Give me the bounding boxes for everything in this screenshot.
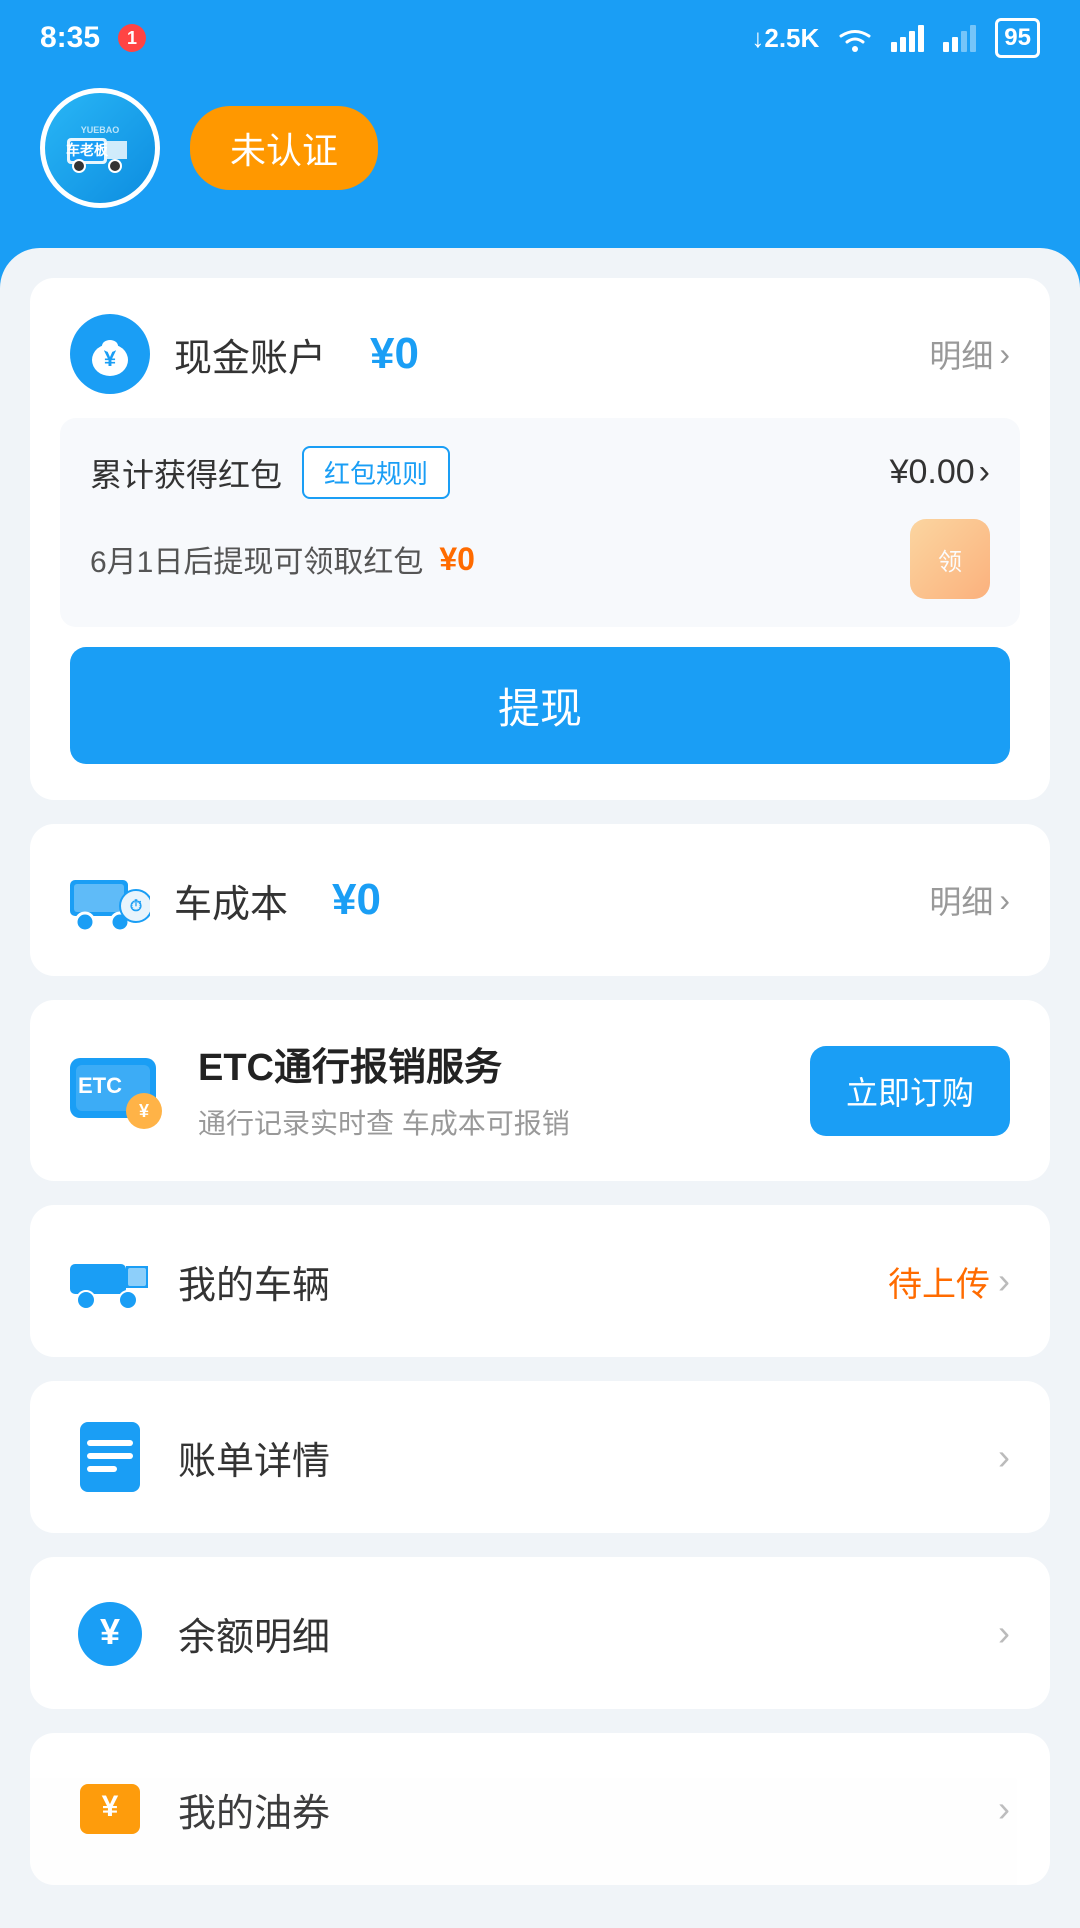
bill-icon: [70, 1417, 150, 1497]
coupons-icon: ¥: [70, 1769, 150, 1849]
car-cost-svg: ⏱: [70, 870, 150, 930]
car-cost-label: 车成本: [174, 873, 288, 928]
wifi-icon: [837, 24, 873, 52]
car-cost-detail-link[interactable]: 明细 ›: [929, 877, 1010, 923]
cash-account-card: ¥ 现金账户 ¥0 明细 › 累计获得红包 红包规则 ¥0.00 ›: [30, 278, 1050, 800]
red-packet-section: 累计获得红包 红包规则 ¥0.00 › 6月1日后提现可领取红包 ¥0 领: [60, 418, 1020, 627]
app-header: 车老板 YUEBAO 未认证: [0, 68, 1080, 248]
red-packet-withdraw-amount: ¥0: [439, 541, 475, 578]
etc-icon: ETC ¥: [70, 1051, 170, 1131]
coupons-svg: ¥: [75, 1772, 145, 1847]
balance-detail-row: ¥ 余额明细 ›: [30, 1557, 1050, 1709]
svg-text:车老板: 车老板: [66, 142, 109, 158]
etc-card: ETC ¥ ETC通行报销服务 通行记录实时查 车成本可报销 立即订购: [30, 1000, 1050, 1181]
app-logo: 车老板 YUEBAO: [40, 88, 160, 208]
red-packet-rule-btn[interactable]: 红包规则: [302, 446, 450, 499]
red-packet-label: 累计获得红包: [90, 450, 282, 496]
withdraw-button[interactable]: 提现: [70, 647, 1010, 764]
etc-text: ETC通行报销服务 通行记录实时查 车成本可报销: [198, 1036, 782, 1145]
notification-badge: 1: [118, 24, 146, 52]
main-content: ¥ 现金账户 ¥0 明细 › 累计获得红包 红包规则 ¥0.00 ›: [0, 248, 1080, 1928]
battery-indicator: 95: [995, 18, 1040, 58]
cash-detail-link[interactable]: 明细 ›: [929, 331, 1010, 377]
red-packet-withdraw-text: 6月1日后提现可领取红包: [90, 537, 423, 581]
signal-icon: [891, 24, 925, 52]
balance-svg: ¥: [75, 1596, 145, 1671]
my-coupons-card[interactable]: ¥ 我的油券 ›: [30, 1733, 1050, 1885]
red-packet-amount[interactable]: ¥0.00 ›: [890, 453, 990, 492]
red-packet-row2: 6月1日后提现可领取红包 ¥0 领: [90, 519, 990, 599]
red-packet-row1: 累计获得红包 红包规则 ¥0.00 ›: [90, 446, 990, 499]
status-bar: 8:35 1 ↓2.5K 95: [0, 0, 1080, 68]
bill-svg: [75, 1420, 145, 1495]
car-cost-amount: ¥0: [332, 875, 381, 925]
my-coupons-row: ¥ 我的油券 ›: [30, 1733, 1050, 1885]
my-vehicle-card[interactable]: 我的车辆 待上传 ›: [30, 1205, 1050, 1357]
etc-title: ETC通行报销服务: [198, 1036, 782, 1091]
car-cost-row: ⏱ 车成本 ¥0 明细 ›: [30, 824, 1050, 976]
cash-account-label: 现金账户: [174, 327, 326, 382]
balance-detail-label: 余额明细: [178, 1606, 970, 1661]
truck-logo-icon: 车老板 YUEBAO: [65, 123, 135, 173]
my-vehicle-label: 我的车辆: [178, 1254, 860, 1309]
money-icon-svg: ¥: [88, 332, 132, 376]
truck-icon-svg: [70, 1254, 150, 1309]
status-left: 8:35 1: [40, 21, 146, 55]
svg-text:ETC: ETC: [78, 1073, 122, 1098]
etc-buy-button[interactable]: 立即订购: [810, 1046, 1010, 1136]
etc-svg: ETC ¥: [70, 1053, 170, 1129]
svg-text:⏱: ⏱: [130, 898, 142, 915]
bill-detail-row: 账单详情 ›: [30, 1381, 1050, 1533]
bill-detail-card[interactable]: 账单详情 ›: [30, 1381, 1050, 1533]
my-coupons-chevron: ›: [998, 1788, 1010, 1830]
car-cost-icon: ⏱: [70, 860, 150, 940]
my-vehicle-row: 我的车辆 待上传 ›: [30, 1205, 1050, 1357]
vehicle-icon: [70, 1241, 150, 1321]
svg-text:YUEBAO: YUEBAO: [81, 125, 120, 135]
etc-card-inner: ETC ¥ ETC通行报销服务 通行记录实时查 车成本可报销 立即订购: [30, 1000, 1050, 1181]
svg-text:¥: ¥: [139, 1101, 149, 1121]
cert-status-badge[interactable]: 未认证: [190, 106, 378, 190]
my-coupons-label: 我的油券: [178, 1782, 970, 1837]
status-right: ↓2.5K 95: [751, 18, 1040, 58]
money-bag-icon: ¥: [70, 314, 150, 394]
car-cost-card: ⏱ 车成本 ¥0 明细 ›: [30, 824, 1050, 976]
bill-detail-chevron: ›: [998, 1436, 1010, 1478]
claim-button[interactable]: 领: [910, 519, 990, 599]
svg-text:¥: ¥: [100, 1611, 120, 1652]
balance-detail-card[interactable]: ¥ 余额明细 ›: [30, 1557, 1050, 1709]
etc-desc: 通行记录实时查 车成本可报销: [198, 1103, 782, 1145]
my-vehicle-status: 待上传 ›: [888, 1257, 1010, 1306]
svg-text:¥: ¥: [102, 1790, 119, 1823]
signal-icon-2: [943, 24, 977, 52]
cash-account-amount: ¥0: [370, 329, 419, 379]
status-time: 8:35: [40, 21, 100, 55]
download-speed: ↓2.5K: [751, 23, 819, 54]
cash-account-header: ¥ 现金账户 ¥0 明细 ›: [30, 278, 1050, 394]
balance-icon: ¥: [70, 1593, 150, 1673]
balance-detail-chevron: ›: [998, 1612, 1010, 1654]
bill-detail-label: 账单详情: [178, 1430, 970, 1485]
